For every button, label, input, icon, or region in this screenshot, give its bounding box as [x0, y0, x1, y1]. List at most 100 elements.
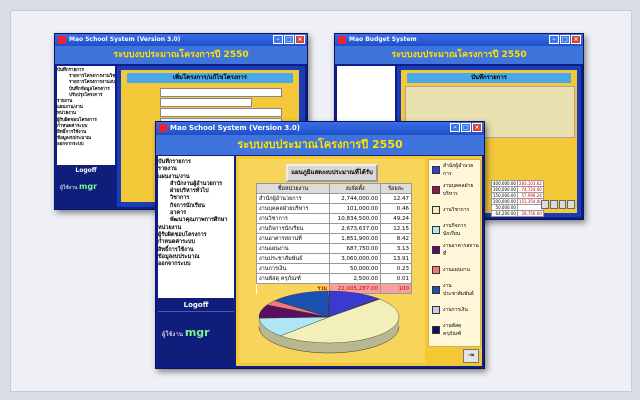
right-budget-table: 400,000.00 283,103.62 100,000.00 74,724.00 1…	[491, 180, 571, 217]
budget-cell: 2,673,637.00	[329, 223, 381, 234]
spent-cell: 57,996.24	[516, 192, 544, 199]
legend-panel: สำนักผู้อำนวยการงานบุคคลฝ่ายบริหารงานวิช…	[428, 159, 481, 347]
spent-cell: 28,750.00	[516, 210, 544, 217]
chart-report-button[interactable]: แผนภูมิแสดงงบประมาณที่ได้รับ	[286, 164, 378, 182]
budget-cell: 3,060,000.00	[329, 253, 381, 264]
main-menu-item[interactable]: หน่วยงาน	[158, 225, 234, 232]
spent-cell: 74,724.00	[516, 186, 544, 193]
left-window-banner: ระบบงบประมาณโครงการปี 2550	[55, 46, 307, 64]
budget-cell: 101,000.00	[329, 203, 381, 214]
budget-cell: 2,744,000.00	[329, 193, 381, 204]
table-row[interactable]: งานพัสดุ ครุภัณฑ์ 2,500.00 0.01	[256, 273, 412, 284]
left-menu-item[interactable]: ออกจากระบบ	[57, 142, 115, 148]
toolbar-icon[interactable]	[549, 200, 558, 209]
unit-name-cell: งานประชาสัมพันธ์	[256, 253, 330, 264]
legend-item: งานแผนงาน	[432, 264, 470, 276]
column-header: งบจัดตั้ง	[329, 183, 381, 194]
unit-name-cell: งานพัสดุ ครุภัณฑ์	[256, 273, 330, 284]
maximize-icon[interactable]: □	[461, 123, 471, 132]
budget-cell: 10,834,500.00	[329, 213, 381, 224]
budget-pie-chart	[258, 290, 400, 354]
legend-item: สำนักผู้อำนวยการ	[432, 163, 480, 177]
table-row[interactable]: งานกิจการนักเรียน 2,673,637.00 12.15	[256, 223, 412, 234]
toolbar-icon[interactable]	[541, 200, 549, 209]
budget-cell: 1,851,900.00	[329, 233, 381, 244]
minimize-icon[interactable]: –	[273, 35, 283, 44]
right-window-title: Mao Budget System	[349, 36, 417, 43]
main-menu-item[interactable]: สิทธิ์การใช้งาน	[158, 247, 234, 254]
legend-label: งานแผนงาน	[443, 267, 470, 273]
unit-name-cell: งานกิจการนักเรียน	[256, 223, 330, 234]
main-menu-item[interactable]: พัฒนาคุณภาพการศึกษา	[158, 217, 234, 224]
legend-label: งานบุคคลฝ่ายบริหาร	[443, 183, 474, 197]
main-menu-item[interactable]: แผนงาน/งาน	[158, 174, 234, 181]
logoff-button[interactable]: Logoff	[57, 167, 115, 174]
table-row[interactable]: งานแผนงาน 687,750.00 3.13	[256, 243, 412, 254]
form-field[interactable]	[160, 108, 282, 117]
main-menu-item[interactable]: กำหนดค่าระบบ	[158, 239, 234, 246]
legend-item: งานบุคคลฝ่ายบริหาร	[432, 183, 480, 197]
budget-cell: 400,000.00	[491, 180, 518, 187]
close-icon[interactable]: ×	[472, 123, 482, 132]
legend-swatch	[432, 226, 440, 234]
unit-name-cell: งานแผนงาน	[256, 243, 330, 254]
budget-cell: 2,500.00	[329, 273, 381, 284]
maximize-icon[interactable]: □	[560, 35, 570, 44]
close-icon[interactable]: ×	[571, 35, 581, 44]
user-label: ผู้ใช้งาน	[60, 185, 78, 191]
table-row[interactable]: งานอาคารสถานที่ 1,851,900.00 8.42	[256, 233, 412, 244]
left-sidebar-menu: บันทึกรายการรายการโครงการงานวิชาการรายกา…	[57, 66, 115, 166]
right-window-banner: ระบบงบประมาณโครงการปี 2550	[335, 46, 583, 64]
user-name: mgr	[184, 326, 210, 339]
toolbar-icon[interactable]	[567, 200, 575, 209]
percent-cell: 49.24	[380, 213, 412, 224]
budget-cell: 687,750.00	[329, 243, 381, 254]
percent-cell: 0.46	[380, 203, 412, 214]
form-field[interactable]	[160, 98, 252, 107]
minimize-icon[interactable]: –	[549, 35, 559, 44]
unit-name-cell: งานบุคคลฝ่ายบริหาร	[256, 203, 330, 214]
maximize-icon[interactable]: □	[284, 35, 294, 44]
user-label: ผู้ใช้งาน	[162, 331, 183, 338]
percent-cell: 8.42	[380, 233, 412, 244]
legend-label: งานประชาสัมพันธ์	[443, 283, 474, 297]
main-window-titlebar[interactable]: Mao School System (Version 3.0) – □ ×	[156, 122, 484, 135]
left-window-titlebar[interactable]: Mao School System (Version 3.0) – □ ×	[55, 34, 307, 46]
right-section-title: บันทึกรายการ	[407, 73, 571, 83]
main-menu-list: บันทึกรายการ รายงาน แผนงาน/งาน สำนักงานผู้อ…	[158, 159, 234, 268]
percent-cell: 0.23	[380, 263, 412, 274]
left-logoff-panel: Logoff ผู้ใช้งาน mgr	[57, 165, 115, 207]
minimize-icon[interactable]: –	[450, 123, 460, 132]
legend-item: งานวิชาการ	[432, 204, 469, 216]
legend-item: งานการเงิน	[432, 304, 468, 316]
main-menu-item[interactable]: วิชาการ	[158, 195, 234, 202]
user-name: mgr	[79, 182, 98, 191]
form-field[interactable]	[160, 88, 282, 97]
table-row[interactable]: งานการเงิน 50,000.00 0.23	[256, 263, 412, 274]
budget-cell: 150,000.00	[491, 192, 518, 199]
main-window: Mao School System (Version 3.0) – □ × ระบบ…	[155, 121, 485, 369]
main-menu-item[interactable]: กิจการนักเรียน	[158, 203, 234, 210]
table-row[interactable]: งานวิชาการ 10,834,500.00 49.24	[256, 213, 412, 224]
legend-swatch	[432, 166, 440, 174]
form-row	[127, 108, 282, 117]
report-panel: แผนภูมิแสดงงบประมาณที่ได้รับ ชื่อหน่วยงา…	[239, 159, 425, 363]
main-menu-item[interactable]: รายงาน	[158, 166, 234, 173]
right-data-table: 400,000.00 283,103.62 100,000.00 74,724.00 1…	[491, 180, 544, 217]
table-row[interactable]: สำนักผู้อำนวยการ 2,744,000.00 12.47	[256, 193, 412, 204]
legend-swatch	[432, 306, 440, 314]
close-icon[interactable]: ×	[295, 35, 305, 44]
budget-cell: 100,000.00	[491, 186, 518, 193]
main-menu-item[interactable]: ออกจากระบบ	[158, 261, 234, 268]
logoff-button[interactable]: Logoff	[158, 301, 234, 312]
table-row[interactable]: 64,200.00 28,750.00	[491, 210, 544, 217]
main-window-banner: ระบบงบประมาณโครงการปี 2550	[156, 135, 484, 155]
right-window-titlebar[interactable]: Mao Budget System – □ ×	[335, 34, 583, 46]
legend-item: งานพัสดุ ครุภัณฑ์	[432, 323, 480, 337]
toolbar-icon[interactable]	[558, 200, 567, 209]
table-row[interactable]: งานประชาสัมพันธ์ 3,060,000.00 13.91	[256, 253, 412, 264]
exit-button[interactable]: ⇥	[463, 349, 479, 363]
table-row[interactable]: งานบุคคลฝ่ายบริหาร 101,000.00 0.46	[256, 203, 412, 214]
app-icon	[58, 36, 66, 44]
right-toolbar	[541, 200, 575, 209]
